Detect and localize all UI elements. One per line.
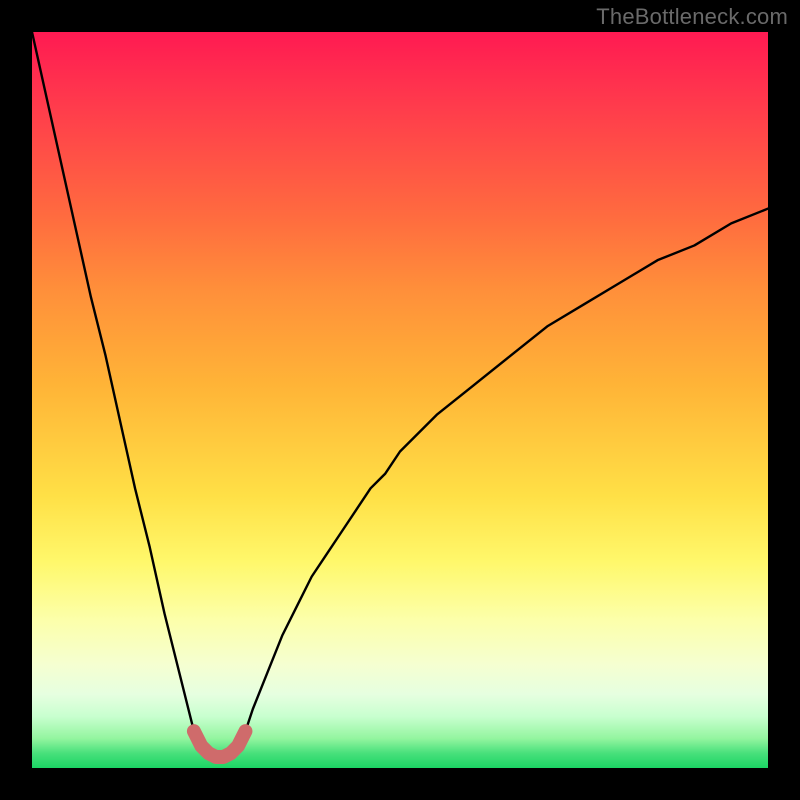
plot-area [32,32,768,768]
chart-frame: TheBottleneck.com [0,0,800,800]
bottleneck-curve [32,32,768,768]
watermark-text: TheBottleneck.com [596,4,788,30]
